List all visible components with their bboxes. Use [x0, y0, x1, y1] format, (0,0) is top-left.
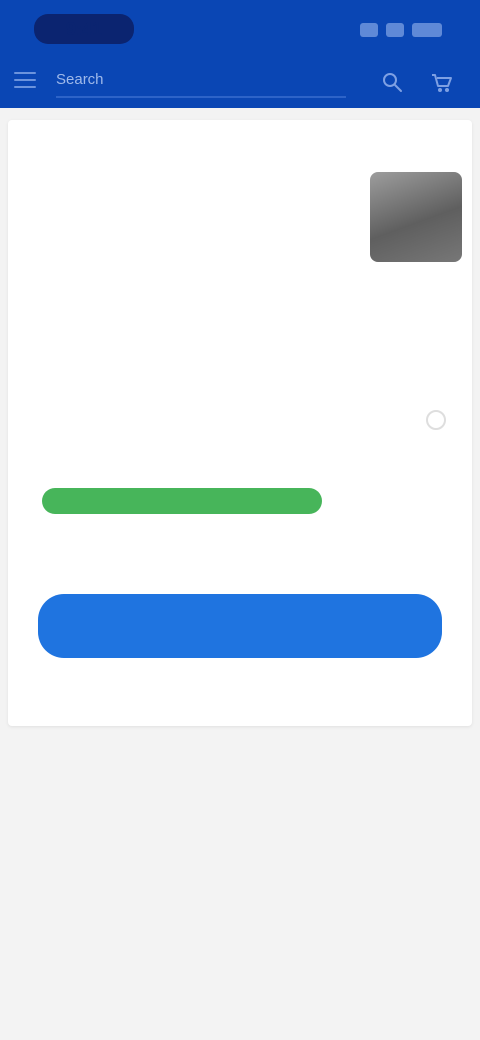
top-app-bar: 9:41: [0, 0, 480, 108]
battery-icon: [412, 23, 442, 37]
price-section: [22, 400, 458, 550]
search-icon[interactable]: [380, 70, 404, 94]
add-to-cart-button[interactable]: [38, 594, 442, 658]
cart-icon[interactable]: [430, 72, 454, 94]
product-image[interactable]: [370, 172, 462, 262]
search-row: [0, 56, 480, 108]
status-time: 9:41: [34, 14, 134, 44]
status-icons: [360, 20, 442, 40]
search-input[interactable]: [56, 64, 342, 94]
status-bar: 9:41: [0, 0, 480, 56]
info-icon[interactable]: [426, 410, 446, 430]
menu-icon[interactable]: [14, 72, 36, 90]
product-card: [8, 120, 472, 726]
search-underline: [56, 96, 346, 98]
wifi-icon: [386, 23, 404, 37]
stock-badge: [42, 488, 322, 514]
signal-icon: [360, 23, 378, 37]
